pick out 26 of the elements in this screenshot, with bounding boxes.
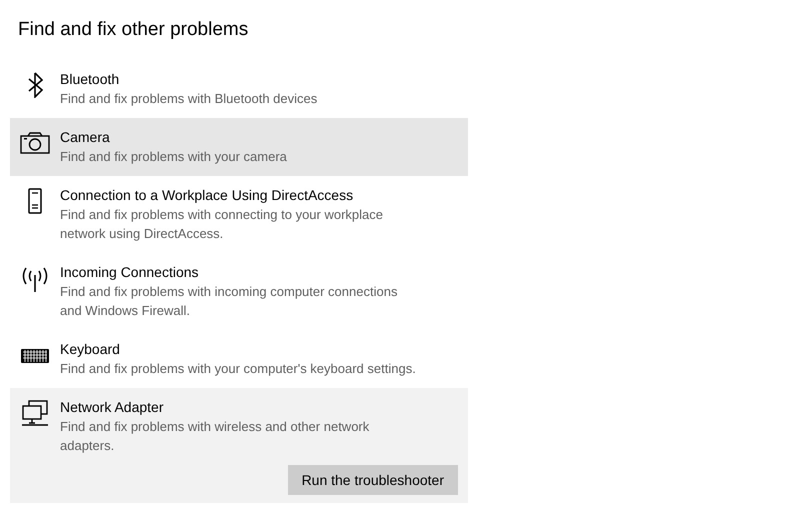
keyboard-icon — [21, 349, 49, 363]
item-description: Find and fix problems with your camera — [60, 148, 287, 166]
antenna-icon — [20, 267, 50, 292]
item-description: Find and fix problems with incoming computer connections and Windows Firewall. — [60, 283, 398, 320]
troubleshooter-item[interactable]: Incoming Connections Find and fix problems with incoming computer connections and Windows Firewall. — [10, 253, 468, 330]
bluetooth-icon — [28, 72, 42, 98]
item-title: Incoming Connections — [60, 263, 200, 282]
troubleshooter-item[interactable]: Connection to a Workplace Using DirectAccess Find and fix problems with connecting to your workplace network using DirectAccess. — [10, 176, 468, 253]
item-title: Connection to a Workplace Using DirectAccess — [60, 186, 354, 205]
item-description: Find and fix problems with your computer's keyboard settings. — [60, 360, 416, 378]
run-button[interactable]: Run the troubleshooter — [288, 465, 458, 495]
troubleshooter-item[interactable]: Camera Find and fix problems with your camera — [10, 118, 468, 176]
item-title: Camera — [60, 128, 111, 147]
item-description: Find and fix problems with wireless and other network adapters. — [60, 418, 370, 455]
item-title: Network Adapter — [60, 398, 164, 417]
troubleshooter-item[interactable]: Bluetooth Find and fix problems with Bluetooth devices — [10, 60, 468, 118]
item-title: Keyboard — [60, 340, 121, 359]
camera-icon — [20, 132, 50, 154]
monitors-icon — [21, 400, 49, 426]
troubleshooter-item[interactable]: Keyboard Find and fix problems with your computer's keyboard settings. — [10, 330, 468, 388]
item-description: Find and fix problems with connecting to your workplace network using DirectAccess. — [60, 206, 384, 243]
item-description: Find and fix problems with Bluetooth devices — [60, 90, 318, 108]
troubleshooter-item[interactable]: Network Adapter Find and fix problems with wireless and other network adapters. Run the troubleshooter — [10, 388, 468, 503]
phone-icon — [28, 188, 42, 214]
item-title: Bluetooth — [60, 70, 120, 89]
section-heading: Find and fix other problems — [18, 18, 250, 42]
